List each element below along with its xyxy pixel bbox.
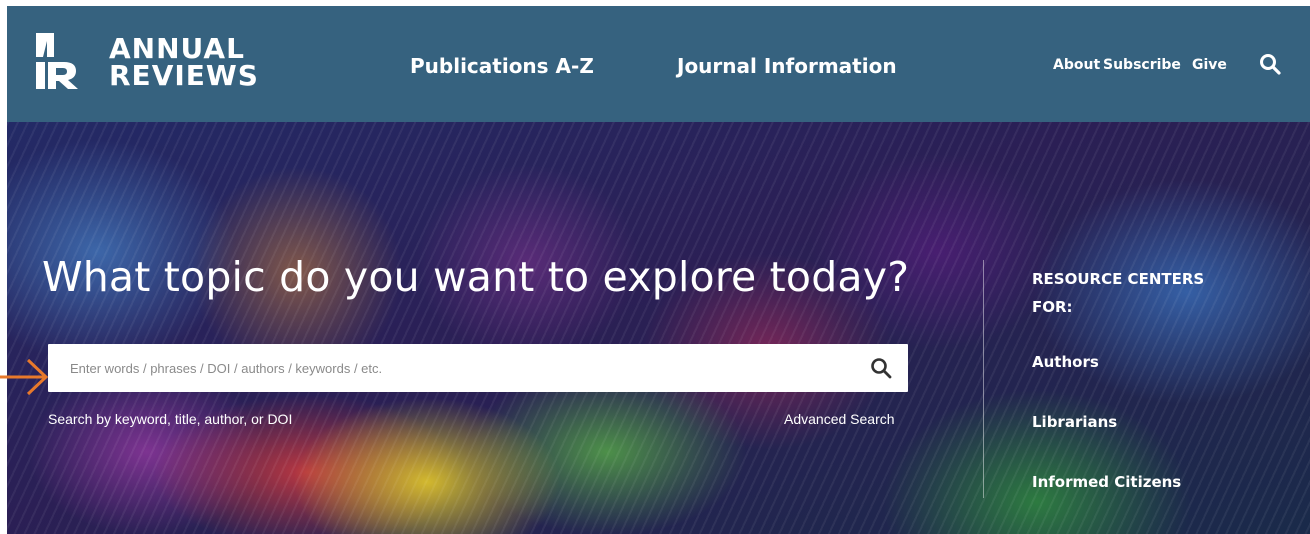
nav-about[interactable]: About — [1053, 57, 1100, 73]
site-header: ANNUAL REVIEWS Publications A-Z Journal … — [7, 6, 1310, 122]
vertical-divider — [983, 260, 984, 498]
search-hint: Search by keyword, title, author, or DOI — [48, 411, 293, 427]
resource-link-informed-citizens[interactable]: Informed Citizens — [1032, 473, 1181, 491]
nav-publications-a-z[interactable]: Publications A-Z — [410, 54, 594, 78]
advanced-search-link[interactable]: Advanced Search — [784, 411, 895, 427]
resource-link-authors[interactable]: Authors — [1032, 353, 1099, 371]
search-icon[interactable] — [1259, 53, 1281, 75]
logo-line-reviews: REVIEWS — [109, 59, 259, 92]
nav-subscribe[interactable]: Subscribe — [1103, 57, 1181, 73]
resource-link-librarians[interactable]: Librarians — [1032, 413, 1117, 431]
logo-line-annual: ANNUAL — [109, 32, 245, 65]
search-bar — [48, 344, 908, 392]
arrow-right-icon — [0, 358, 49, 396]
nav-journal-information[interactable]: Journal Information — [677, 54, 897, 78]
hero-banner: What topic do you want to explore today?… — [7, 122, 1310, 534]
annual-reviews-logo[interactable]: ANNUAL REVIEWS — [36, 33, 286, 95]
search-submit-icon[interactable] — [870, 357, 892, 379]
hero-headline: What topic do you want to explore today? — [42, 253, 910, 301]
nav-give[interactable]: Give — [1192, 57, 1227, 73]
page-frame: ANNUAL REVIEWS Publications A-Z Journal … — [7, 6, 1310, 534]
resource-centers-title: RESOURCE CENTERS FOR: — [1032, 270, 1205, 316]
search-input[interactable] — [48, 344, 858, 392]
logo-wordmark: ANNUAL REVIEWS — [109, 32, 259, 92]
logo-mark-icon — [36, 33, 78, 89]
